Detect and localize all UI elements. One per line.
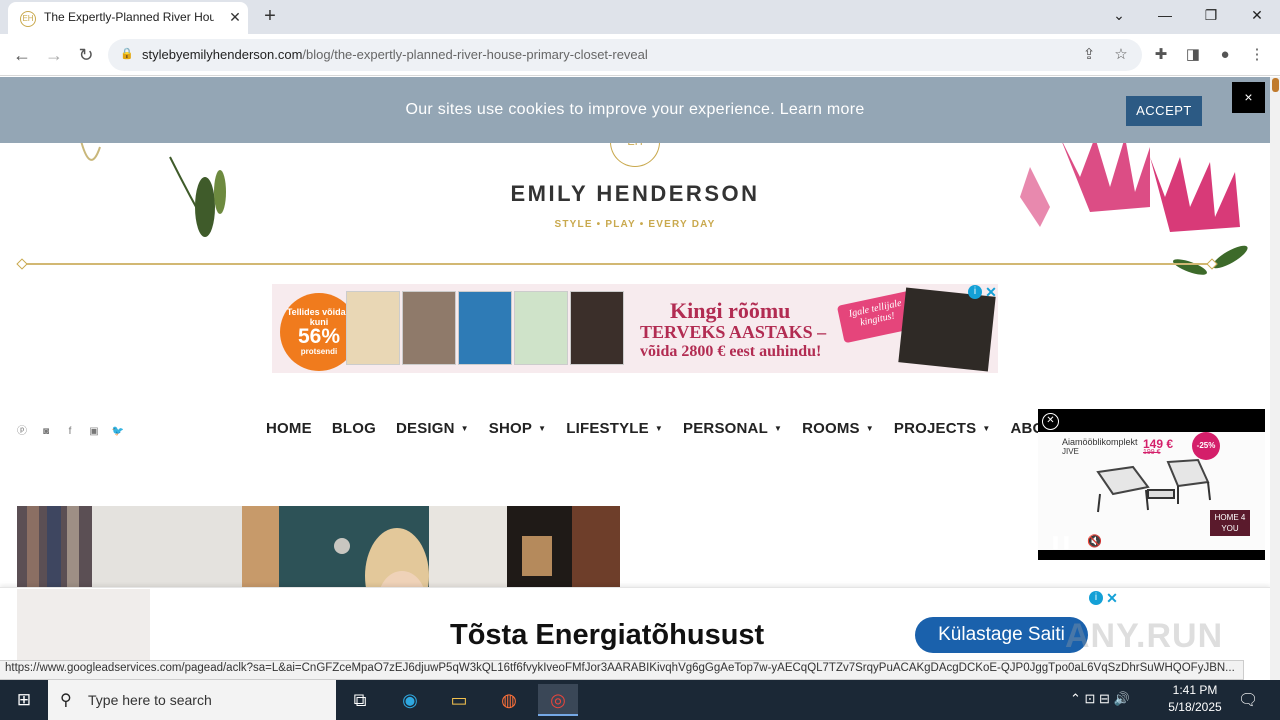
extensions-icon[interactable]: ✚: [1148, 42, 1174, 68]
minimize-button[interactable]: —: [1152, 4, 1178, 26]
magazine-cover: [402, 291, 456, 365]
ad-line2: TERVEKS AASTAKS –: [640, 322, 827, 342]
video-ad-close-icon[interactable]: ✕: [1042, 413, 1059, 430]
nav-home[interactable]: HOME: [266, 420, 312, 440]
ad-close-icon[interactable]: ✕: [1105, 591, 1119, 605]
ad-info-icon[interactable]: i: [1089, 591, 1103, 605]
nav-personal[interactable]: PERSONAL ▼: [683, 420, 782, 440]
nav-design[interactable]: DESIGN ▼: [396, 420, 469, 440]
browser-toolbar: ← → ↻ 🔒 stylebyemilyhenderson.com/blog/t…: [0, 34, 1280, 76]
caret-down-icon: ▼: [654, 424, 663, 433]
nav-shop-label: SHOP: [488, 420, 533, 437]
forward-icon[interactable]: →: [41, 42, 67, 68]
facebook-icon[interactable]: f: [63, 425, 77, 439]
magazine-cover: [570, 291, 624, 365]
nav-shop[interactable]: SHOP ▼: [489, 420, 546, 440]
nav-personal-label: PERSONAL: [683, 420, 768, 437]
magazine-cover: [346, 291, 400, 365]
caret-down-icon: ▼: [460, 424, 469, 433]
mute-icon[interactable]: 🔇: [1087, 534, 1102, 548]
site-logo-name[interactable]: EMILY HENDERSON: [440, 181, 830, 207]
video-ad-old-price: 199 €: [1143, 449, 1161, 456]
floral-decoration-left: [79, 137, 226, 237]
bookmark-star-icon[interactable]: ☆: [1108, 42, 1134, 68]
edge-icon[interactable]: ◉: [390, 684, 430, 716]
menu-kebab-icon[interactable]: ⋮: [1244, 42, 1270, 68]
bottom-ad-cta-button[interactable]: Külastage Saiti: [915, 617, 1088, 653]
cookie-message: Our sites use cookies to improve your ex…: [405, 101, 865, 118]
nav-rooms[interactable]: ROOMS ▼: [802, 420, 874, 440]
task-view-icon[interactable]: ⧉: [340, 684, 380, 716]
caret-down-icon: ▼: [982, 424, 991, 433]
nav-projects[interactable]: PROJECTS ▼: [894, 420, 991, 440]
video-ad-model: JIVE: [1062, 447, 1079, 456]
pinterest-icon[interactable]: ⓟ: [15, 425, 29, 439]
caret-down-icon: ▼: [538, 424, 547, 433]
lock-icon[interactable]: 🔒: [120, 47, 134, 63]
magazine-cover: [458, 291, 512, 365]
favicon-icon: EH: [20, 11, 36, 27]
clock-time[interactable]: 1:41 PM: [1170, 683, 1220, 697]
clock-date[interactable]: 5/18/2025: [1166, 700, 1224, 714]
pause-icon[interactable]: ❚❚: [1050, 534, 1072, 550]
video-ad-brand: Aiamööblikomplekt: [1062, 437, 1138, 447]
cookie-banner: Our sites use cookies to improve your ex…: [0, 77, 1270, 143]
system-tray-icons[interactable]: ⌃ ⊡ ⊟ 🔊: [1070, 691, 1130, 707]
divider-diamond-left: [16, 258, 28, 270]
instagram-icon[interactable]: ◙: [39, 425, 53, 439]
restore-button[interactable]: ❐: [1198, 4, 1224, 26]
back-icon[interactable]: ←: [9, 42, 35, 68]
caret-down-icon: ▼: [773, 424, 783, 433]
video-ad-discount-badge: -25%: [1192, 432, 1220, 460]
twitter-icon[interactable]: 🐦: [111, 425, 125, 439]
status-url: https://www.googleadservices.com/pagead/…: [5, 662, 1235, 674]
caret-down-icon: ▼: [865, 424, 874, 433]
close-window-button[interactable]: ✕: [1244, 4, 1270, 26]
ad-close-icon[interactable]: ✕: [984, 285, 998, 299]
ad-line3: võida 2800 € eest auhindu!: [640, 343, 822, 360]
magazine-cover: [514, 291, 568, 365]
taskbar-search-placeholder[interactable]: Type here to search: [88, 692, 212, 708]
bottom-ad-headline[interactable]: Tõsta Energiatõhusust: [450, 619, 764, 652]
share-icon[interactable]: ⇪: [1076, 42, 1102, 68]
tab-search-icon[interactable]: ⌄: [1106, 4, 1132, 26]
nav-lifestyle-label: LIFESTYLE: [566, 420, 649, 437]
windows-start-icon[interactable]: ⊞: [0, 680, 48, 720]
tab-close-icon[interactable]: ✕: [226, 8, 244, 26]
nav-design-label: DESIGN: [395, 420, 455, 437]
firefox-icon[interactable]: ◍: [489, 684, 529, 716]
nav-rooms-label: ROOMS: [802, 420, 860, 437]
nav-lifestyle[interactable]: LIFESTYLE ▼: [566, 420, 663, 440]
tab-title: The Expertly-Planned River Hou: [44, 10, 214, 24]
scrollbar-thumb[interactable]: [1272, 78, 1279, 92]
search-icon: ⚲: [60, 692, 72, 709]
header-divider: [22, 263, 1212, 265]
new-tab-button[interactable]: +: [258, 6, 282, 28]
profile-avatar-icon[interactable]: ●: [1212, 42, 1238, 68]
notification-icon[interactable]: 🗨: [1238, 690, 1258, 710]
cookie-accept-button[interactable]: ACCEPT: [1126, 96, 1202, 126]
chrome-icon[interactable]: ◎: [538, 684, 578, 716]
browser-tab[interactable]: EH The Expertly-Planned River Hou ✕: [8, 2, 248, 34]
nav-blog[interactable]: BLOG: [332, 420, 376, 440]
youtube-icon[interactable]: ▣: [87, 425, 101, 439]
ad-banner[interactable]: Tellides võidad kuni 56% protsendi Kingi…: [272, 284, 998, 373]
site-tagline: STYLE • PLAY • EVERY DAY: [554, 219, 716, 230]
nav-projects-label: PROJECTS: [893, 420, 977, 437]
video-ad-logo: HOME 4 YOU: [1210, 510, 1250, 536]
address-bar[interactable]: 🔒 stylebyemilyhenderson.com/blog/the-exp…: [108, 39, 1142, 71]
file-explorer-icon[interactable]: ▭: [439, 684, 479, 716]
main-navigation: HOME BLOG DESIGN ▼ SHOP ▼ LIFESTYLE ▼ PERSO…: [266, 420, 1064, 440]
watermark-logo: ANY.RUN: [1065, 617, 1224, 655]
cookie-close-button[interactable]: ×: [1232, 82, 1265, 113]
ad-info-icon[interactable]: i: [968, 285, 982, 299]
ad-book-image: [898, 287, 996, 372]
web-page: EH EMILY HENDERSON STYLE • PLAY • EVERY …: [0, 77, 1270, 680]
url-text[interactable]: stylebyemilyhenderson.com/blog/the-exper…: [142, 47, 648, 62]
page-scrollbar[interactable]: [1270, 77, 1280, 680]
reload-icon[interactable]: ↻: [73, 42, 99, 68]
side-panel-icon[interactable]: ◨: [1180, 42, 1206, 68]
ad-headline: Kingi rõõmu: [670, 298, 791, 323]
